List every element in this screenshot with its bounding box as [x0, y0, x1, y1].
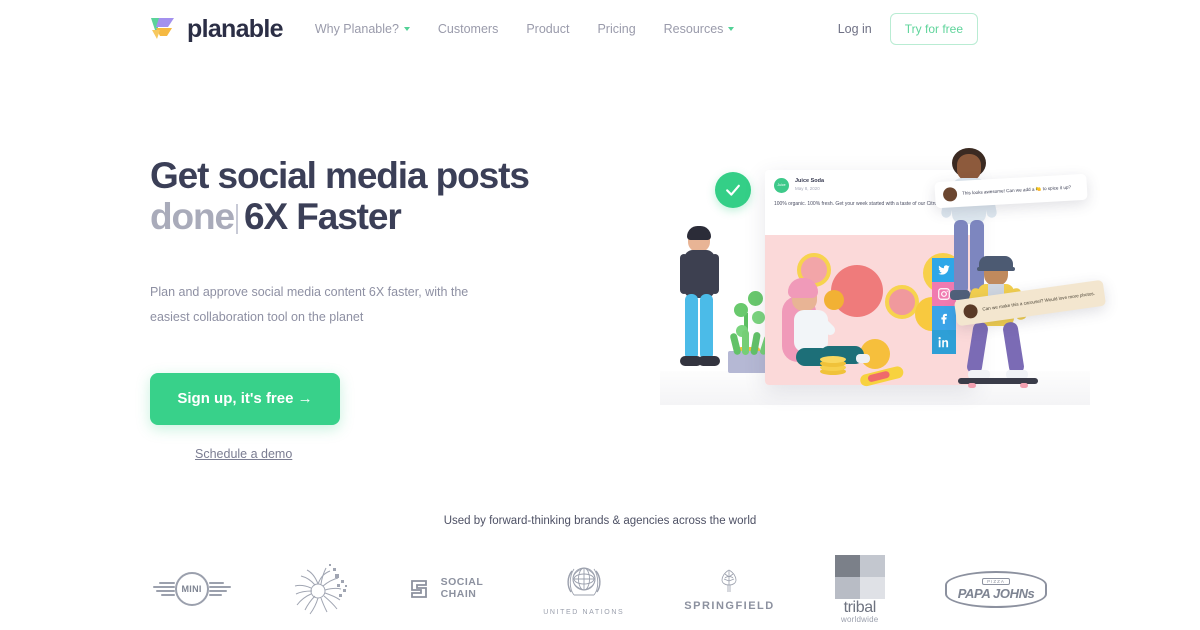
nav-item-pricing[interactable]: Pricing [597, 22, 635, 36]
schedule-demo-link[interactable]: Schedule a demo [195, 447, 292, 461]
brand-logo[interactable]: planable [148, 14, 284, 44]
nav-item-label: Customers [437, 22, 499, 36]
nav-item-label: Why Planable? [314, 22, 399, 36]
nav-item-product[interactable]: Product [526, 22, 569, 36]
post-avatar: Juice [774, 178, 789, 193]
papa-johns-wordmark: PAPA JOHNs [957, 585, 1035, 601]
comment-text: This looks awesome! Can we add a 🍋 to sp… [961, 184, 1072, 196]
illustration-person-standing [678, 226, 724, 376]
nav-item-resources[interactable]: Resources [664, 22, 735, 36]
papa-johns-pizza-label: PIZZA [982, 577, 1010, 585]
headline-word-done: done [150, 196, 235, 238]
hero-copy: Get social media posts done 6X Faster Pla… [150, 155, 670, 461]
mini-wordmark: MINI [174, 572, 209, 606]
brand-logo-springfield: SPRINGFIELD [684, 552, 774, 626]
nav-item-why-planable[interactable]: Why Planable? [315, 22, 410, 36]
nav-links: Why Planable? Customers Product Pricing … [315, 22, 735, 36]
post-date: May 8, 2020 [795, 185, 820, 191]
nav-item-label: Resources [663, 22, 724, 36]
headline-line-2: 6X Faster [243, 196, 402, 238]
brand-logo-tribal-worldwide: tribal worldwide [834, 552, 885, 626]
nav-item-label: Pricing [597, 22, 636, 36]
un-emblem-icon [567, 567, 601, 596]
hero-illustration: Juice Juice Soda May 8, 2020 100% organi… [660, 130, 1107, 405]
brand-logo-united-nations: UNITED NATIONS [543, 552, 624, 626]
mini-wing-right-icon [208, 580, 231, 598]
try-for-free-button[interactable]: Try for free [889, 13, 978, 45]
tribal-tagline: worldwide [841, 614, 879, 624]
landing-page: planable Why Planable? Customers Product… [0, 0, 1200, 630]
comment-avatar [942, 187, 958, 202]
nav-item-label: Product [526, 22, 570, 36]
brand-logos-row: MINI SOCIAL CHAIN UNITED NATIONS SPRINGF… [0, 552, 1200, 626]
linkedin-icon [932, 330, 956, 354]
comment-text: Can we make this a carousel? Would love … [981, 290, 1096, 312]
tribal-squares-icon [834, 554, 885, 599]
chevron-down-icon [728, 27, 735, 31]
un-wordmark: UNITED NATIONS [543, 609, 625, 616]
social-chain-mark-icon [410, 580, 427, 598]
top-navigation: planable Why Planable? Customers Product… [0, 0, 1200, 58]
illustration-coins [820, 356, 846, 376]
chevron-down-icon [403, 27, 410, 31]
brand-name: planable [187, 14, 284, 43]
post-author: Juice Soda [795, 178, 825, 184]
planable-logo-icon [148, 14, 178, 44]
approved-check-icon [715, 172, 751, 208]
springfield-wordmark: SPRINGFIELD [684, 600, 775, 612]
brand-logo-burst [291, 552, 349, 626]
brand-logo-papa-johns: PIZZA PAPA JOHNs [944, 552, 1048, 626]
login-link[interactable]: Log in [838, 22, 872, 36]
nav-actions: Log in Try for free [838, 13, 978, 45]
burst-icon [294, 564, 347, 615]
typing-cursor [235, 204, 238, 235]
social-chain-line-2: CHAIN [440, 588, 477, 600]
brand-logo-social-chain: SOCIAL CHAIN [409, 552, 484, 626]
headline-line-1: Get social media posts [150, 155, 530, 196]
comment-avatar [962, 303, 979, 320]
brand-logo-mini: MINI [152, 552, 231, 626]
mini-wing-left-icon [152, 580, 175, 598]
page-title: Get social media posts done 6X Faster [150, 155, 670, 238]
nav-item-customers[interactable]: Customers [438, 22, 498, 36]
signup-button[interactable]: Sign up, it's free → [150, 372, 340, 425]
springfield-tree-icon [722, 569, 737, 592]
brands-label: Used by forward-thinking brands & agenci… [443, 515, 757, 527]
hero-subtitle: Plan and approve social media content 6X… [150, 284, 469, 324]
